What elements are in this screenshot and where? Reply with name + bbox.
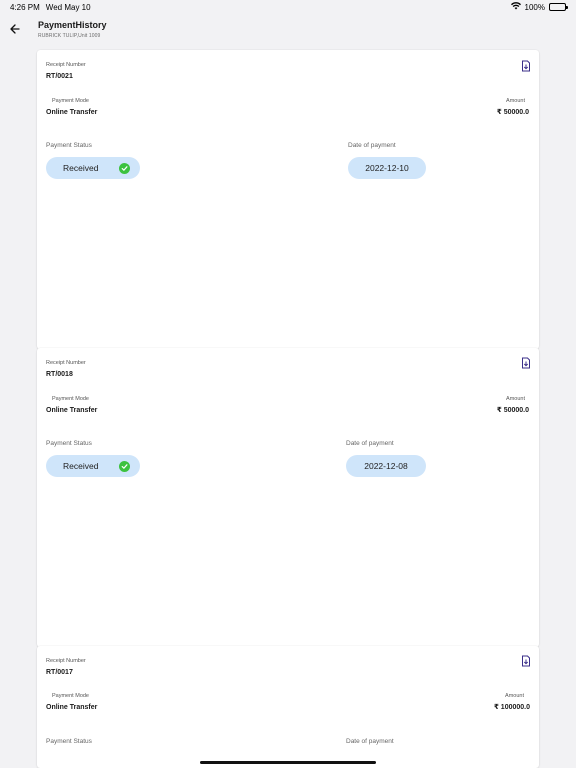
receipt-number-label: Receipt Number	[46, 62, 86, 68]
payment-mode-label: Payment Mode	[52, 98, 89, 104]
amount-value: ₹ 100000.0	[493, 704, 530, 711]
payment-mode-value: Online Transfer	[46, 407, 98, 414]
date-text: 2022-12-10	[365, 163, 409, 173]
date-of-payment-label: Date of payment	[348, 142, 396, 149]
status-bar: 4:26 PM Wed May 10 100%	[0, 0, 576, 14]
date-badge: 2022-12-08	[346, 455, 426, 477]
battery-percent: 100%	[524, 2, 545, 12]
receipt-number-label: Receipt Number	[46, 658, 86, 664]
back-arrow-icon[interactable]	[0, 14, 30, 44]
check-icon	[119, 460, 131, 472]
payment-mode-label: Payment Mode	[52, 396, 89, 402]
amount-label: Amount	[506, 396, 525, 402]
amount-value: ₹ 50000.0	[496, 407, 529, 414]
page-title: PaymentHistory	[38, 19, 107, 30]
app-header: PaymentHistory RUBRICK TULIP,Unit 1009	[0, 14, 576, 44]
amount-label: Amount	[506, 98, 525, 104]
receipt-number-value: RT/0017	[46, 669, 73, 676]
check-icon	[119, 162, 131, 174]
date-of-payment-label: Date of payment	[346, 440, 394, 447]
payment-status-label: Payment Status	[46, 142, 92, 149]
status-text: Received	[63, 461, 99, 471]
amount-label: Amount	[505, 693, 524, 699]
home-indicator[interactable]	[200, 761, 376, 764]
date-of-payment-label: Date of payment	[346, 738, 394, 745]
payment-status-label: Payment Status	[46, 738, 92, 745]
receipt-number-value: RT/0021	[46, 73, 73, 80]
receipt-card[interactable]: Receipt Number RT/0018 Payment Mode Onli…	[37, 348, 539, 647]
status-date: Wed May 10	[45, 2, 91, 12]
download-receipt-icon[interactable]	[520, 356, 532, 369]
status-badge: Received	[46, 455, 140, 477]
status-badge: Received	[46, 157, 140, 179]
date-badge: 2022-12-10	[348, 157, 426, 179]
battery-icon	[549, 3, 568, 11]
status-time: 4:26 PM	[10, 2, 40, 12]
payment-mode-value: Online Transfer	[46, 109, 98, 116]
download-receipt-icon[interactable]	[520, 59, 532, 72]
status-text: Received	[63, 163, 99, 173]
payment-mode-value: Online Transfer	[46, 704, 98, 711]
amount-value: ₹ 50000.0	[496, 109, 529, 116]
receipt-card[interactable]: Receipt Number RT/0021 Payment Mode Onli…	[37, 50, 539, 349]
payment-mode-label: Payment Mode	[52, 693, 89, 699]
receipt-number-label: Receipt Number	[46, 360, 86, 366]
date-text: 2022-12-08	[364, 461, 408, 471]
page-subtitle: RUBRICK TULIP,Unit 1009	[38, 32, 101, 39]
receipt-card[interactable]: Receipt Number RT/0017 Payment Mode Onli…	[37, 646, 539, 768]
wifi-icon	[510, 2, 521, 12]
receipt-number-value: RT/0018	[46, 371, 73, 378]
download-receipt-icon[interactable]	[520, 654, 532, 667]
payment-status-label: Payment Status	[46, 440, 92, 447]
